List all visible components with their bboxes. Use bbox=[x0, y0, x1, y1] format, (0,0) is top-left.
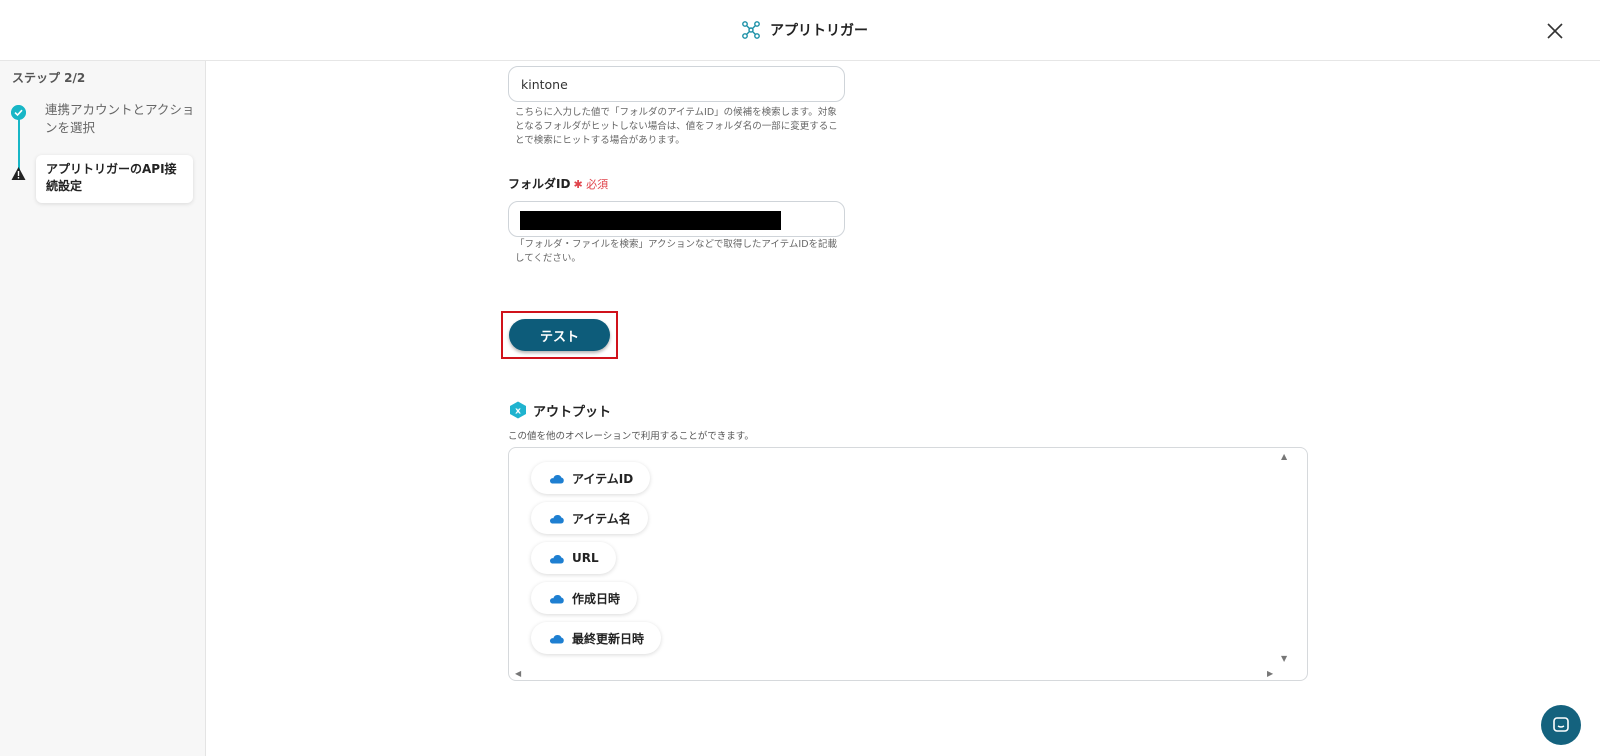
output-chip-label: URL bbox=[572, 551, 599, 565]
output-chip-label: 最終更新日時 bbox=[572, 631, 645, 646]
scroll-left-arrow[interactable]: ◀ bbox=[515, 669, 521, 678]
folder-search-help: こちらに入力した値で「フォルダのアイテムID」の候補を検索します。対象となるフォ… bbox=[515, 107, 838, 146]
yoom-logo-icon bbox=[742, 21, 760, 39]
folder-search-value: kintone bbox=[521, 77, 568, 92]
main-content: kintone こちらに入力した値で「フォルダのアイテムID」の候補を検索します… bbox=[207, 61, 1600, 756]
onedrive-cloud-icon bbox=[549, 514, 564, 523]
onedrive-cloud-icon bbox=[549, 474, 564, 483]
output-chip-label: 作成日時 bbox=[572, 591, 621, 606]
check-circle-icon bbox=[11, 105, 26, 120]
folder-id-input[interactable] bbox=[508, 201, 845, 237]
step-sidebar: ステップ 2/2 連携アカウントとアクションを選択 アプリトリガーのAPI接続設… bbox=[0, 61, 206, 756]
output-title: アウトプット bbox=[533, 405, 612, 420]
redacted-value bbox=[520, 211, 781, 230]
output-chip-item-id[interactable]: アイテムID bbox=[531, 462, 651, 494]
header-bar: アプリトリガー bbox=[0, 0, 1600, 61]
page-title: アプリトリガー bbox=[770, 23, 868, 39]
warning-icon bbox=[11, 167, 26, 180]
output-chip-item-name[interactable]: アイテム名 bbox=[531, 502, 648, 534]
scroll-right-arrow[interactable]: ▶ bbox=[1267, 669, 1273, 678]
step-connector-line bbox=[18, 119, 20, 171]
output-chip-label: アイテムID bbox=[572, 471, 634, 486]
output-chip-label: アイテム名 bbox=[572, 511, 631, 526]
svg-text:x: x bbox=[515, 407, 521, 417]
output-list-box[interactable]: アイテムID アイテム名 URL 作成日時 最終更新日時 ▲ ▼ ◀ ▶ bbox=[508, 447, 1308, 681]
folder-search-input[interactable]: kintone bbox=[508, 66, 845, 102]
scroll-up-arrow[interactable]: ▲ bbox=[1281, 452, 1287, 461]
required-text: 必須 bbox=[586, 178, 609, 191]
chat-icon bbox=[1553, 717, 1569, 732]
step-counter: ステップ 2/2 bbox=[12, 71, 86, 85]
folder-id-label-text: フォルダID bbox=[508, 177, 571, 191]
sidebar-step-api-settings[interactable]: アプリトリガーのAPI接続設定 bbox=[36, 155, 193, 203]
chat-support-button[interactable] bbox=[1541, 705, 1581, 745]
header-title-group: アプリトリガー bbox=[740, 19, 868, 41]
onedrive-cloud-icon bbox=[549, 594, 564, 603]
output-description: この値を他のオペレーションで利用することができます。 bbox=[508, 431, 754, 442]
required-marker: ✱ 必須 bbox=[573, 178, 609, 191]
close-icon[interactable] bbox=[1544, 20, 1566, 42]
folder-id-label: フォルダID ✱ 必須 bbox=[508, 175, 608, 192]
scroll-down-arrow[interactable]: ▼ bbox=[1281, 654, 1287, 663]
folder-id-help: 「フォルダ・ファイルを検索」アクションなどで取得したアイテムIDを記載してくださ… bbox=[515, 239, 838, 264]
output-chip-url[interactable]: URL bbox=[531, 542, 616, 574]
output-chip-created-at[interactable]: 作成日時 bbox=[531, 582, 638, 614]
onedrive-cloud-icon bbox=[549, 634, 564, 643]
output-chip-updated-at[interactable]: 最終更新日時 bbox=[531, 622, 662, 654]
sidebar-step-select-account[interactable]: 連携アカウントとアクションを選択 bbox=[45, 101, 195, 137]
test-button[interactable]: テスト bbox=[509, 319, 610, 351]
onedrive-cloud-icon bbox=[549, 554, 564, 563]
output-x-icon: x bbox=[510, 401, 526, 419]
